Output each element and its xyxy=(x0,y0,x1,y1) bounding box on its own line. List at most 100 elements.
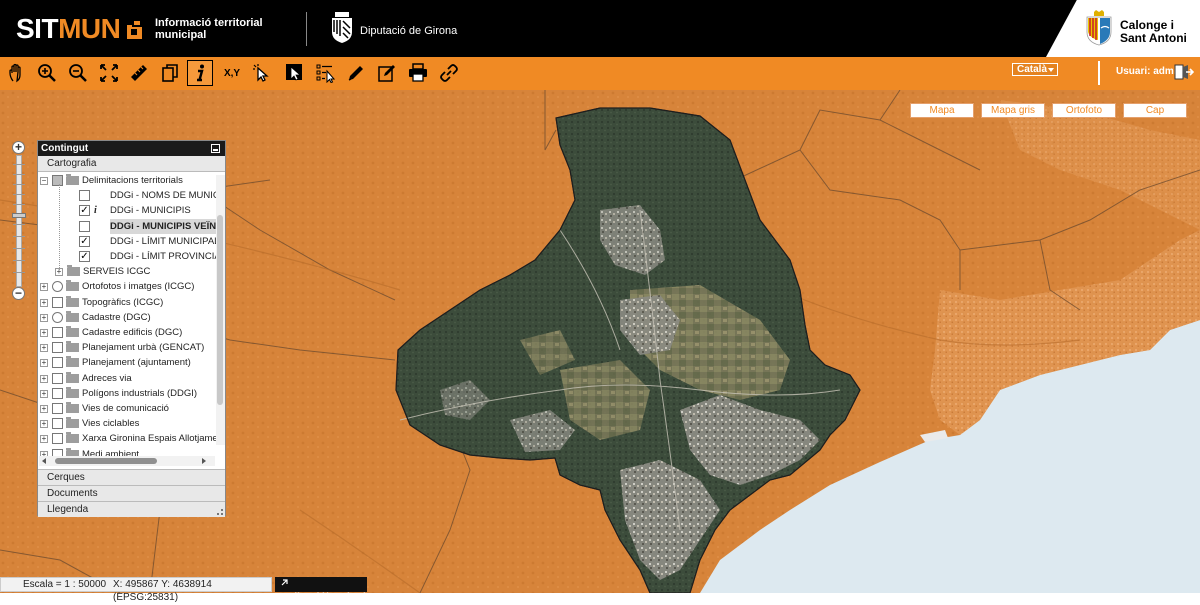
measure-tool-button[interactable] xyxy=(126,60,152,86)
layer-radio[interactable] xyxy=(52,311,63,323)
layer-tree-row[interactable]: ✓ DDGi - LÍMIT MUNICIPAL xyxy=(38,234,220,249)
layer-checkbox[interactable] xyxy=(52,403,63,414)
resize-grip-icon[interactable] xyxy=(217,509,223,515)
zoom-slider[interactable]: + − xyxy=(12,141,26,301)
tree-vertical-scrollbar[interactable] xyxy=(216,175,225,445)
layer-label: DDGi - LÍMIT MUNICIPAL xyxy=(110,235,220,247)
layer-tree-row[interactable]: + SERVEIS ICGC xyxy=(38,264,216,279)
logout-icon[interactable] xyxy=(1174,63,1194,81)
scale-coords-box: Escala = 1 : 50000 X: 495867 Y: 4638914 … xyxy=(0,577,272,603)
layer-label: SERVEIS ICGC xyxy=(83,266,151,278)
base-layer-cap-button[interactable]: Cap xyxy=(1123,103,1187,118)
zoom-track[interactable] xyxy=(13,155,25,287)
layer-checkbox[interactable] xyxy=(52,175,63,186)
layer-tree-row[interactable]: + Adreces via xyxy=(38,371,216,386)
language-select[interactable]: Català xyxy=(1012,63,1058,76)
layer-radio[interactable] xyxy=(52,281,63,293)
print-tool-button[interactable] xyxy=(405,60,431,86)
layer-checkbox[interactable] xyxy=(52,296,63,308)
expand-icon[interactable]: + xyxy=(40,298,48,307)
select-tool-button[interactable] xyxy=(249,60,275,86)
arrow-right-icon[interactable] xyxy=(202,458,206,464)
collapse-icon[interactable]: − xyxy=(40,177,48,185)
zoom-out-button[interactable]: − xyxy=(12,287,25,300)
scrollbar-thumb[interactable] xyxy=(55,458,157,464)
layer-tree-row[interactable]: + Xarxa Gironina Espais Allotjament E xyxy=(38,431,225,446)
pan-tool-button[interactable] xyxy=(4,60,30,86)
expand-icon[interactable]: + xyxy=(40,435,48,444)
copy-icon xyxy=(162,64,178,82)
tree-horizontal-scrollbar[interactable] xyxy=(39,456,215,466)
base-layer-mapa-button[interactable]: Mapa xyxy=(910,103,974,118)
folder-icon xyxy=(66,310,79,322)
full-extent-tool-button[interactable] xyxy=(96,60,122,86)
expand-icon[interactable]: + xyxy=(40,374,48,383)
select-list-tool-button[interactable] xyxy=(313,60,339,86)
section-legend[interactable]: Llegenda xyxy=(38,501,225,517)
layer-tree-row[interactable]: + Topogràfics (ICGC) xyxy=(38,295,216,310)
xy-coordinates-tool-button[interactable]: X,Y xyxy=(219,60,245,86)
layer-tree-row[interactable]: ✓ DDGi - LÍMIT PROVINCIAL xyxy=(38,249,225,264)
arrow-left-icon[interactable] xyxy=(42,458,46,464)
draw-tool-button[interactable] xyxy=(343,60,369,86)
select-area-tool-button[interactable] xyxy=(282,60,308,86)
layer-tree-row[interactable]: + Planejament urbà (GENCAT) xyxy=(38,340,216,355)
info-tool-button[interactable] xyxy=(187,60,213,86)
app-territory-tab[interactable]: Aplicació/Territori xyxy=(275,577,367,603)
layer-checkbox[interactable]: ✓ xyxy=(79,235,90,247)
layer-checkbox[interactable] xyxy=(52,342,63,354)
layer-checkbox[interactable]: ✓ xyxy=(79,205,90,217)
minimize-icon[interactable] xyxy=(211,144,220,153)
layer-tree-row[interactable]: + Polígons industrials (DDGI) xyxy=(38,386,216,401)
zoom-in-tool-button[interactable] xyxy=(34,60,60,86)
section-documents[interactable]: Documents xyxy=(38,485,225,501)
layer-checkbox[interactable]: ✓ xyxy=(79,251,90,262)
expand-icon[interactable]: + xyxy=(40,359,48,368)
expand-icon[interactable]: + xyxy=(40,420,48,429)
folder-icon xyxy=(66,356,79,368)
zoom-in-button[interactable]: + xyxy=(12,141,25,154)
layer-tree-row[interactable]: + Vies ciclables xyxy=(38,416,216,431)
expand-icon[interactable]: + xyxy=(40,344,48,353)
layer-tree-row[interactable]: + Vies de comunicació xyxy=(38,401,216,416)
map-view[interactable]: Mapa Mapa gris Ortofoto Cap + − Contingu… xyxy=(0,90,1200,593)
base-layer-mapa-gris-button[interactable]: Mapa gris xyxy=(981,103,1045,118)
layer-checkbox[interactable] xyxy=(79,220,90,232)
expand-icon[interactable]: + xyxy=(40,329,48,337)
toolbar-separator xyxy=(1098,61,1100,85)
layer-checkbox[interactable] xyxy=(52,387,63,399)
section-searches[interactable]: Cerques xyxy=(38,469,225,485)
zoom-out-icon xyxy=(69,64,87,82)
expand-icon[interactable]: + xyxy=(40,313,48,322)
copy-tool-button[interactable] xyxy=(157,60,183,86)
layer-checkbox[interactable] xyxy=(52,327,63,338)
layer-tree-row[interactable]: + Cadastre (DGC) xyxy=(38,310,216,325)
sitmun-mark-icon xyxy=(127,19,142,39)
link-tool-button[interactable] xyxy=(436,60,462,86)
layer-checkbox[interactable] xyxy=(52,433,63,445)
layer-tree-row[interactable]: − Delimitacions territorials xyxy=(38,173,216,188)
expand-icon[interactable]: + xyxy=(40,283,48,292)
info-icon[interactable]: i xyxy=(94,203,97,218)
layer-tree-row[interactable]: DDGi - NOMS DE MUNICIPIS xyxy=(38,188,225,203)
expand-icon[interactable]: + xyxy=(40,405,48,413)
base-layer-ortofoto-button[interactable]: Ortofoto xyxy=(1052,103,1116,118)
layer-tree-row[interactable]: + Planejament (ajuntament) xyxy=(38,355,216,370)
scrollbar-thumb[interactable] xyxy=(217,215,223,405)
layer-checkbox[interactable] xyxy=(79,190,90,202)
zoom-slider-thumb[interactable] xyxy=(12,213,26,218)
edit-tool-button[interactable] xyxy=(374,60,400,86)
layer-checkbox[interactable] xyxy=(52,418,63,430)
expand-icon[interactable]: + xyxy=(40,389,48,398)
layer-checkbox[interactable] xyxy=(52,372,63,384)
layer-tree-row[interactable]: DDGi - MUNICIPIS VEÏNS xyxy=(38,218,223,234)
municipality-box: Calonge i Sant Antoni xyxy=(1046,0,1200,57)
zoom-out-tool-button[interactable] xyxy=(65,60,91,86)
layer-tree-row[interactable]: ✓ i DDGi - MUNICIPIS xyxy=(38,203,216,218)
layer-tree-row[interactable]: + Cadastre edificis (DGC) xyxy=(38,325,216,340)
layer-tree-row[interactable]: + Ortofotos i imatges (ICGC) xyxy=(38,279,216,294)
section-cartography[interactable]: Cartografia xyxy=(38,156,225,172)
print-icon xyxy=(409,63,427,82)
draw-icon xyxy=(348,66,363,81)
layer-checkbox[interactable] xyxy=(52,357,63,369)
